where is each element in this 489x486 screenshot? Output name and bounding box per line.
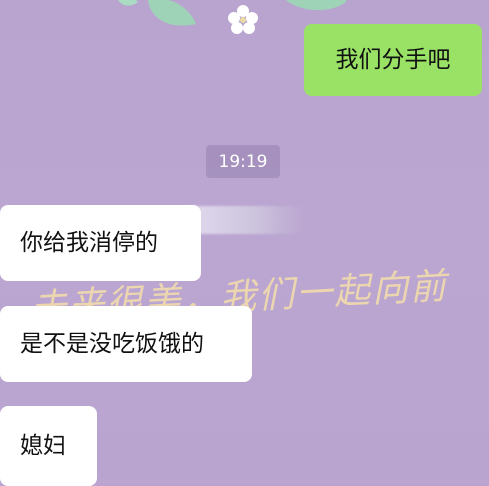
message-text: 我们分手吧 (335, 47, 451, 73)
outgoing-message-bubble[interactable]: 我们分手吧 (304, 24, 482, 96)
message-text: 媳妇 (20, 433, 66, 459)
message-text: 是不是没吃饭饿的 (20, 331, 204, 357)
incoming-message-bubble[interactable]: 你给我消停的 (0, 205, 201, 281)
leaf-icon (118, 0, 196, 26)
leaf-icon (286, 0, 346, 11)
message-timestamp: 19:19 (206, 145, 280, 178)
message-text: 你给我消停的 (20, 230, 158, 256)
incoming-message-bubble[interactable]: 媳妇 (0, 406, 97, 486)
incoming-message-bubble[interactable]: 是不是没吃饭饿的 (0, 306, 252, 382)
flower-icon (228, 5, 258, 34)
